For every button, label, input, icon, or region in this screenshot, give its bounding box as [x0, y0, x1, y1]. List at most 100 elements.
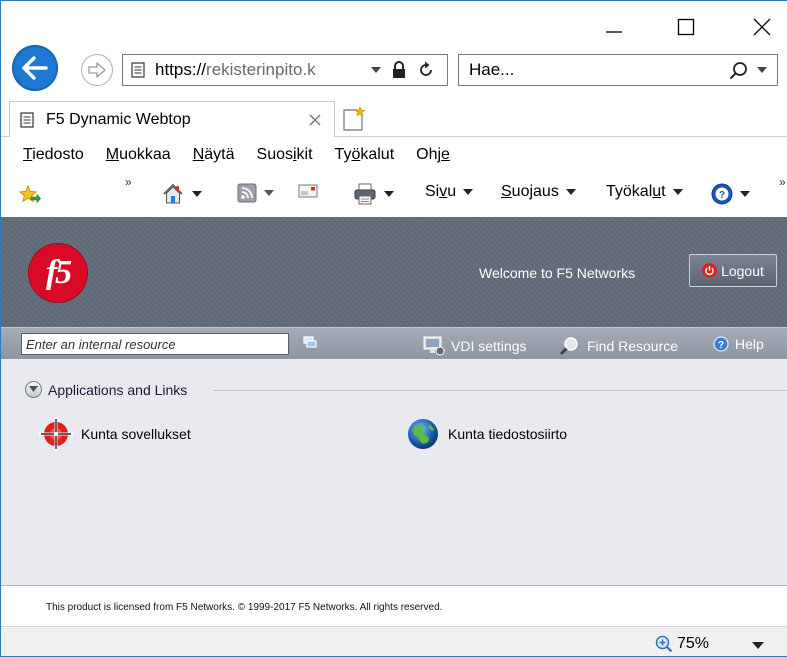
menu-accesskey: N: [192, 146, 205, 163]
section-title: Applications and Links: [48, 381, 188, 398]
app-kunta-tiedostosiirto[interactable]: Kunta tiedostosiirto: [406, 417, 567, 451]
browser-window: https://rekisterinpito.k F5 Dynamic: [0, 0, 787, 657]
tab-close-icon[interactable]: [308, 113, 322, 127]
applications-section-header[interactable]: Applications and Links: [25, 381, 187, 398]
safety-menu[interactable]: Suojaus: [501, 183, 576, 201]
monitor-settings-icon: [423, 336, 445, 356]
power-icon: [702, 263, 718, 278]
tools-menu[interactable]: Työkal u t: [606, 183, 683, 201]
command-bar: » Si v u S uojaus Työkal u t ? »: [1, 173, 787, 217]
menu-file[interactable]: Tiedosto: [23, 146, 84, 164]
forward-button[interactable]: [81, 54, 113, 86]
vdi-settings-button[interactable]: VDI settings: [423, 336, 526, 356]
lock-icon[interactable]: [391, 61, 407, 79]
search-box[interactable]: [458, 54, 778, 86]
arrow-right-icon: [88, 62, 106, 78]
feeds-dropdown-icon[interactable]: [264, 190, 274, 196]
cmd-text: t: [661, 183, 666, 200]
address-bar[interactable]: https://rekisterinpito.k: [122, 54, 448, 86]
refresh-icon[interactable]: [417, 61, 435, 79]
find-resource-label: Find Resource: [587, 338, 679, 354]
address-scheme: https://: [155, 60, 207, 79]
title-bar: [1, 1, 787, 45]
menu-text: kalut: [360, 146, 395, 163]
vdi-settings-label: VDI settings: [451, 338, 527, 354]
welcome-text: Welcome to F5 Networks: [479, 265, 636, 281]
minimize-button[interactable]: [599, 15, 629, 39]
cmd-text: uojaus: [511, 183, 559, 200]
menu-text: äytä: [204, 146, 235, 163]
collapse-toggle-icon[interactable]: [25, 381, 42, 398]
toolbar-chevron[interactable]: »: [125, 175, 132, 189]
menu-text: Suos: [256, 146, 293, 163]
cmd-text: Si: [425, 183, 440, 200]
menu-favorites[interactable]: Suosikit: [257, 146, 313, 164]
webtop-toolbar: VDI settings Find Resource ? Help: [1, 327, 787, 359]
status-bar: 75%: [1, 626, 787, 656]
help-button[interactable]: ? Help: [713, 336, 764, 352]
home-button[interactable]: [161, 183, 202, 205]
go-icon[interactable]: [303, 336, 317, 348]
cmd-accesskey: u: [652, 183, 662, 200]
svg-text:?: ?: [718, 340, 724, 351]
zoom-icon: [655, 635, 673, 653]
close-button[interactable]: [747, 15, 777, 39]
menu-accesskey: e: [441, 146, 450, 163]
menu-view[interactable]: Näytä: [193, 146, 235, 164]
menu-text: iedosto: [32, 146, 84, 163]
help-label: Help: [735, 336, 764, 352]
menu-accesskey: T: [23, 146, 33, 163]
chevron-down-icon: [672, 189, 683, 195]
menu-help[interactable]: Ohje: [416, 146, 450, 164]
chevron-down-icon: [463, 189, 474, 195]
tab-f5-webtop[interactable]: F5 Dynamic Webtop: [9, 101, 335, 137]
webtop-header: f5 Welcome to F5 Networks Logout: [1, 217, 787, 327]
home-dropdown-icon[interactable]: [192, 191, 202, 197]
search-dropdown-icon[interactable]: [757, 66, 767, 74]
arrow-left-icon: [22, 56, 48, 80]
star-add-icon: [19, 185, 41, 204]
search-icon[interactable]: [729, 61, 749, 81]
toolbar-overflow-chevron[interactable]: »: [779, 175, 786, 189]
page-menu[interactable]: Si v u: [425, 183, 474, 201]
help-menu[interactable]: ?: [711, 183, 750, 205]
tab-title: F5 Dynamic Webtop: [46, 110, 191, 128]
print-button[interactable]: [353, 183, 394, 205]
print-dropdown-icon[interactable]: [384, 191, 394, 197]
resource-field[interactable]: [21, 333, 289, 355]
cmd-accesskey: S: [501, 183, 512, 200]
address-dropdown-icon[interactable]: [371, 66, 381, 74]
zoom-level: 75%: [677, 635, 710, 652]
home-icon: [163, 183, 183, 204]
cmd-text: u: [447, 183, 457, 200]
mail-button[interactable]: [298, 183, 318, 199]
target-icon: [39, 417, 73, 451]
logout-button[interactable]: Logout: [689, 254, 777, 287]
menu-edit[interactable]: Muokkaa: [106, 146, 171, 164]
resource-input[interactable]: [22, 334, 288, 354]
feeds-button[interactable]: [237, 183, 274, 203]
search-input[interactable]: [469, 60, 699, 80]
app-kunta-sovellukset[interactable]: Kunta sovellukset: [39, 417, 191, 451]
tab-strip: F5 Dynamic Webtop: [1, 97, 787, 137]
globe-icon: [408, 419, 438, 449]
maximize-button[interactable]: [671, 15, 701, 39]
find-resource-button[interactable]: Find Resource: [559, 336, 678, 356]
help-icon: ?: [713, 336, 729, 352]
add-favorites-button[interactable]: [19, 185, 41, 205]
menu-accesskey: ö: [351, 146, 361, 163]
app-label: Kunta sovellukset: [81, 426, 191, 442]
zoom-dropdown-icon[interactable]: [752, 642, 764, 650]
address-text[interactable]: https://rekisterinpito.k: [155, 60, 363, 80]
cmd-text: Työkal: [606, 183, 653, 200]
page-icon: [20, 111, 34, 128]
f5-logo: f5: [29, 244, 87, 302]
close-icon: [753, 18, 771, 36]
webtop-page: f5 Welcome to F5 Networks Logout Enter a…: [1, 217, 787, 626]
back-button[interactable]: [12, 45, 58, 91]
menu-tools[interactable]: Työkalut: [335, 146, 395, 164]
zoom-control[interactable]: 75%: [655, 635, 709, 653]
mail-icon: [298, 184, 318, 198]
maximize-icon: [677, 18, 695, 36]
new-tab-button[interactable]: [335, 101, 371, 137]
